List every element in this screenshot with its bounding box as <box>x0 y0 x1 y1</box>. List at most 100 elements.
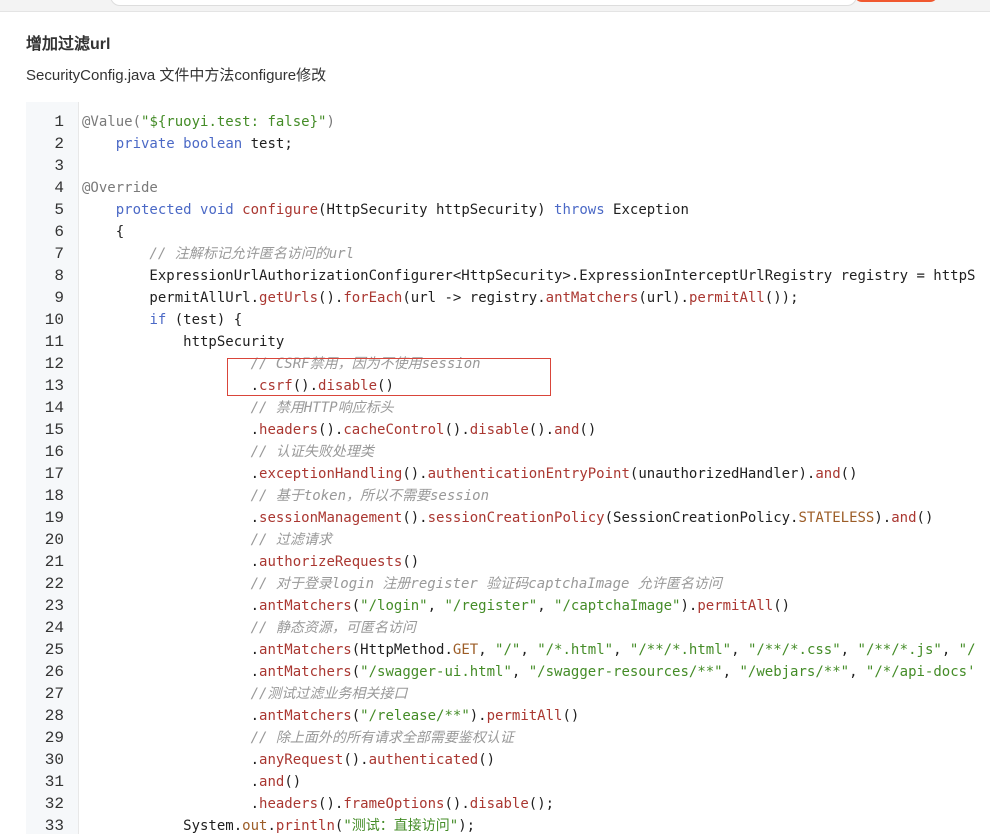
code-token: "/**/*.css" <box>747 642 841 658</box>
code-token: . <box>82 664 260 680</box>
code-line: 1 @Value("${ruoyi.test: false}") <box>26 111 990 133</box>
line-number: 31 <box>44 773 64 791</box>
line-number: 28 <box>44 707 64 725</box>
code-token: "/release/**" <box>360 708 470 724</box>
code-text: // 认证失败处理类 <box>82 441 374 463</box>
code-token: and <box>815 466 841 482</box>
code-token: // 静态资源，可匿名访问 <box>82 620 416 636</box>
code-token: "/swagger-resources/**" <box>528 664 723 680</box>
code-token: "/login" <box>360 598 428 614</box>
code-line: 23 .antMatchers("/login", "/register", "… <box>26 595 990 617</box>
code-line: 2 private boolean test; <box>26 133 990 155</box>
code-text: // 禁用HTTP响应标头 <box>82 397 394 419</box>
search-input[interactable] <box>110 0 857 6</box>
code-token: antMatchers <box>259 642 352 658</box>
code-token: , <box>613 642 630 658</box>
code-token: () <box>284 774 302 790</box>
code-token: headers <box>259 796 319 812</box>
code-token: , <box>427 598 445 614</box>
code-text: permitAllUrl.getUrls().forEach(url -> re… <box>82 287 798 309</box>
code-token: () <box>562 708 580 724</box>
code-token: () <box>579 422 597 438</box>
code-token: "/captchaImage" <box>554 598 681 614</box>
code-token: (). <box>402 466 428 482</box>
code-token: , <box>511 664 529 680</box>
code-token: () <box>840 466 858 482</box>
code-token: // 过滤请求 <box>82 532 332 548</box>
code-text: .exceptionHandling().authenticationEntry… <box>82 463 858 485</box>
code-token: ). <box>469 708 487 724</box>
highlight-annotation-box <box>227 358 551 396</box>
code-token: //测试过滤业务相关接口 <box>82 686 408 702</box>
code-token: ). <box>874 510 892 526</box>
line-number: 6 <box>54 223 64 241</box>
code-line: 27 //测试过滤业务相关接口 <box>26 683 990 705</box>
code-line: 26 .antMatchers("/swagger-ui.html", "/sw… <box>26 661 990 683</box>
code-token: ) <box>326 114 335 130</box>
line-number: 17 <box>44 465 64 483</box>
code-line: 24 // 静态资源，可匿名访问 <box>26 617 990 639</box>
code-token: antMatchers <box>545 290 639 306</box>
line-number: 21 <box>44 553 64 571</box>
code-token: permitAll <box>486 708 563 724</box>
code-token: . <box>267 818 276 834</box>
line-number: 2 <box>54 135 64 153</box>
line-number: 33 <box>44 817 64 834</box>
code-token: "/swagger-ui.html" <box>360 664 512 680</box>
code-text: if (test) { <box>82 309 242 331</box>
line-number: 10 <box>44 311 64 329</box>
code-token: () <box>916 510 934 526</box>
code-text: // 对于登录login 注册register 验证码captchaImage … <box>82 573 722 595</box>
code-token: private <box>115 136 175 152</box>
code-token: , <box>520 642 538 658</box>
code-token: getUrls <box>259 290 319 306</box>
code-block: 1 @Value("${ruoyi.test: false}") 2 private… <box>26 102 990 834</box>
code-text: ExpressionUrlAuthorizationConfigurer<Htt… <box>82 265 975 287</box>
code-token: (). <box>343 752 369 768</box>
code-token: @Override <box>82 180 158 196</box>
code-line: 29 // 除上面外的所有请求全部需要鉴权认证 <box>26 727 990 749</box>
code-token: test; <box>242 136 293 152</box>
code-line: 9 permitAllUrl.getUrls().forEach(url -> … <box>26 287 990 309</box>
code-token: permitAllUrl. <box>82 290 260 306</box>
code-token: "${ruoyi.test: false}" <box>141 114 327 130</box>
code-token: and <box>891 510 917 526</box>
code-token: . <box>82 796 260 812</box>
code-token: anyRequest <box>259 752 344 768</box>
code-token: antMatchers <box>259 708 352 724</box>
code-token: . <box>82 554 260 570</box>
code-token: // 除上面外的所有请求全部需要鉴权认证 <box>82 730 514 746</box>
code-token: (url -> registry. <box>402 290 546 306</box>
section-description: SecurityConfig.java 文件中方法configure修改 <box>26 67 327 84</box>
code-line: 3 <box>26 155 990 177</box>
code-text: httpSecurity <box>82 331 284 353</box>
line-number: 26 <box>44 663 64 681</box>
code-line: 28 .antMatchers("/release/**").permitAll… <box>26 705 990 727</box>
code-token: "/register" <box>444 598 538 614</box>
code-token: , <box>840 642 858 658</box>
line-number: 11 <box>44 333 64 351</box>
code-text: .headers().frameOptions().disable(); <box>82 793 555 815</box>
code-token: configure <box>242 202 319 218</box>
line-number: 3 <box>54 157 64 175</box>
code-token: () <box>478 752 496 768</box>
code-text: .authorizeRequests() <box>82 551 420 573</box>
line-number: 32 <box>44 795 64 813</box>
line-number: 4 <box>54 179 64 197</box>
code-token: Exception <box>604 202 689 218</box>
code-token: "/webjars/**" <box>739 664 850 680</box>
code-token: disable <box>469 422 529 438</box>
code-token: "/" <box>495 642 521 658</box>
code-line: 4 @Override <box>26 177 990 199</box>
code-token: if <box>149 312 167 328</box>
code-token: protected <box>115 202 192 218</box>
code-line: 25 .antMatchers(HttpMethod.GET, "/", "/*… <box>26 639 990 661</box>
code-line: 15 .headers().cacheControl().disable().a… <box>26 419 990 441</box>
search-button[interactable] <box>854 0 938 2</box>
line-number: 1 <box>54 113 64 131</box>
code-token: (HttpSecurity httpSecurity) <box>318 202 555 218</box>
code-line: 18 // 基于token，所以不需要session <box>26 485 990 507</box>
